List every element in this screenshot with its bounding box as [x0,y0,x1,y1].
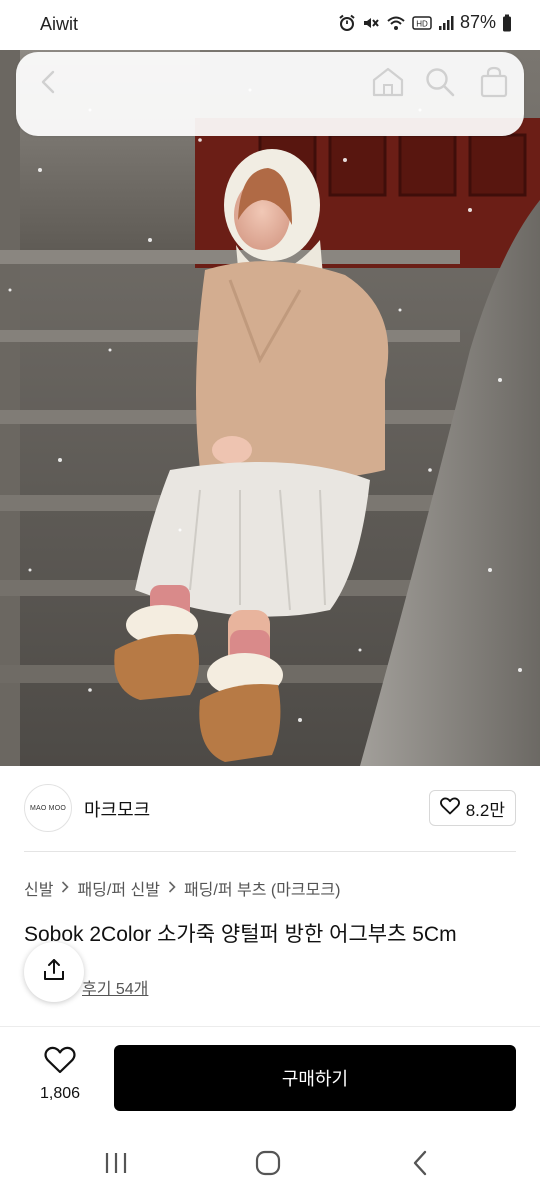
system-nav-bar [0,1130,540,1200]
recents-icon [103,1151,129,1180]
divider [24,851,516,852]
cart-button[interactable] [474,64,514,104]
signal-icon [438,15,454,31]
share-button[interactable] [24,942,84,1002]
product-title: Sobok 2Color 소가죽 양털퍼 방한 어그부츠 5Cm [24,923,457,946]
home-icon [371,66,405,103]
store-row[interactable]: MAO MOO 마크모크 8.2만 [24,776,516,840]
chevron-left-icon [411,1150,429,1181]
buy-button[interactable]: 구매하기 [114,1045,516,1111]
carrier-label: Aiwit [40,14,79,34]
status-bar: Aiwit HD 87% [0,0,540,50]
floating-header [16,52,524,136]
product-detail-screen: Aiwit HD 87% MAO MOO 마크모크 8.2만 신발 패딩/퍼 신… [0,0,540,1200]
store-logo[interactable]: MAO MOO [24,784,72,832]
product-like-count: 1,806 [39,1085,81,1102]
search-button[interactable] [420,64,460,104]
battery-icon [502,14,512,32]
breadcrumb-item[interactable]: 신발 [24,876,53,900]
store-logo-text: MAO MOO [29,804,66,812]
home-nav-button[interactable] [248,1148,288,1182]
hd-icon: HD [412,15,432,31]
breadcrumb: 신발 패딩/퍼 신발 패딩/퍼 부츠 (마크모크) [24,876,340,900]
divider [0,1026,540,1027]
recents-button[interactable] [96,1148,136,1182]
wifi-icon [386,14,406,32]
battery-percent: 87% [459,12,496,32]
alarm-icon [338,14,356,32]
heart-outline-icon [439,797,460,820]
search-icon [424,66,456,103]
product-like-button[interactable]: 1,806 [30,1046,90,1106]
back-icon [37,69,59,100]
svg-text:HD: HD [416,19,428,28]
back-nav-button[interactable] [400,1148,440,1182]
breadcrumb-item[interactable]: 패딩/퍼 신발 [77,876,160,900]
store-like-button[interactable]: 8.2만 [428,790,516,826]
back-button[interactable] [28,64,68,104]
chevron-right-icon [61,880,70,897]
product-image[interactable] [0,50,540,766]
chevron-right-icon [168,880,176,897]
store-like-count: 8.2만 [465,800,505,820]
mute-icon [362,14,380,32]
home-button[interactable] [368,64,408,104]
reviews-link[interactable]: 후기 54개 [82,975,148,999]
store-name[interactable]: 마크모크 [84,796,150,822]
share-icon [41,957,67,988]
home-circle-icon [255,1150,281,1181]
status-icons: HD 87% [338,12,512,33]
cart-icon [479,66,509,103]
heart-outline-icon [44,1046,76,1079]
breadcrumb-item[interactable]: 패딩/퍼 부츠 (마크모크) [184,876,340,900]
